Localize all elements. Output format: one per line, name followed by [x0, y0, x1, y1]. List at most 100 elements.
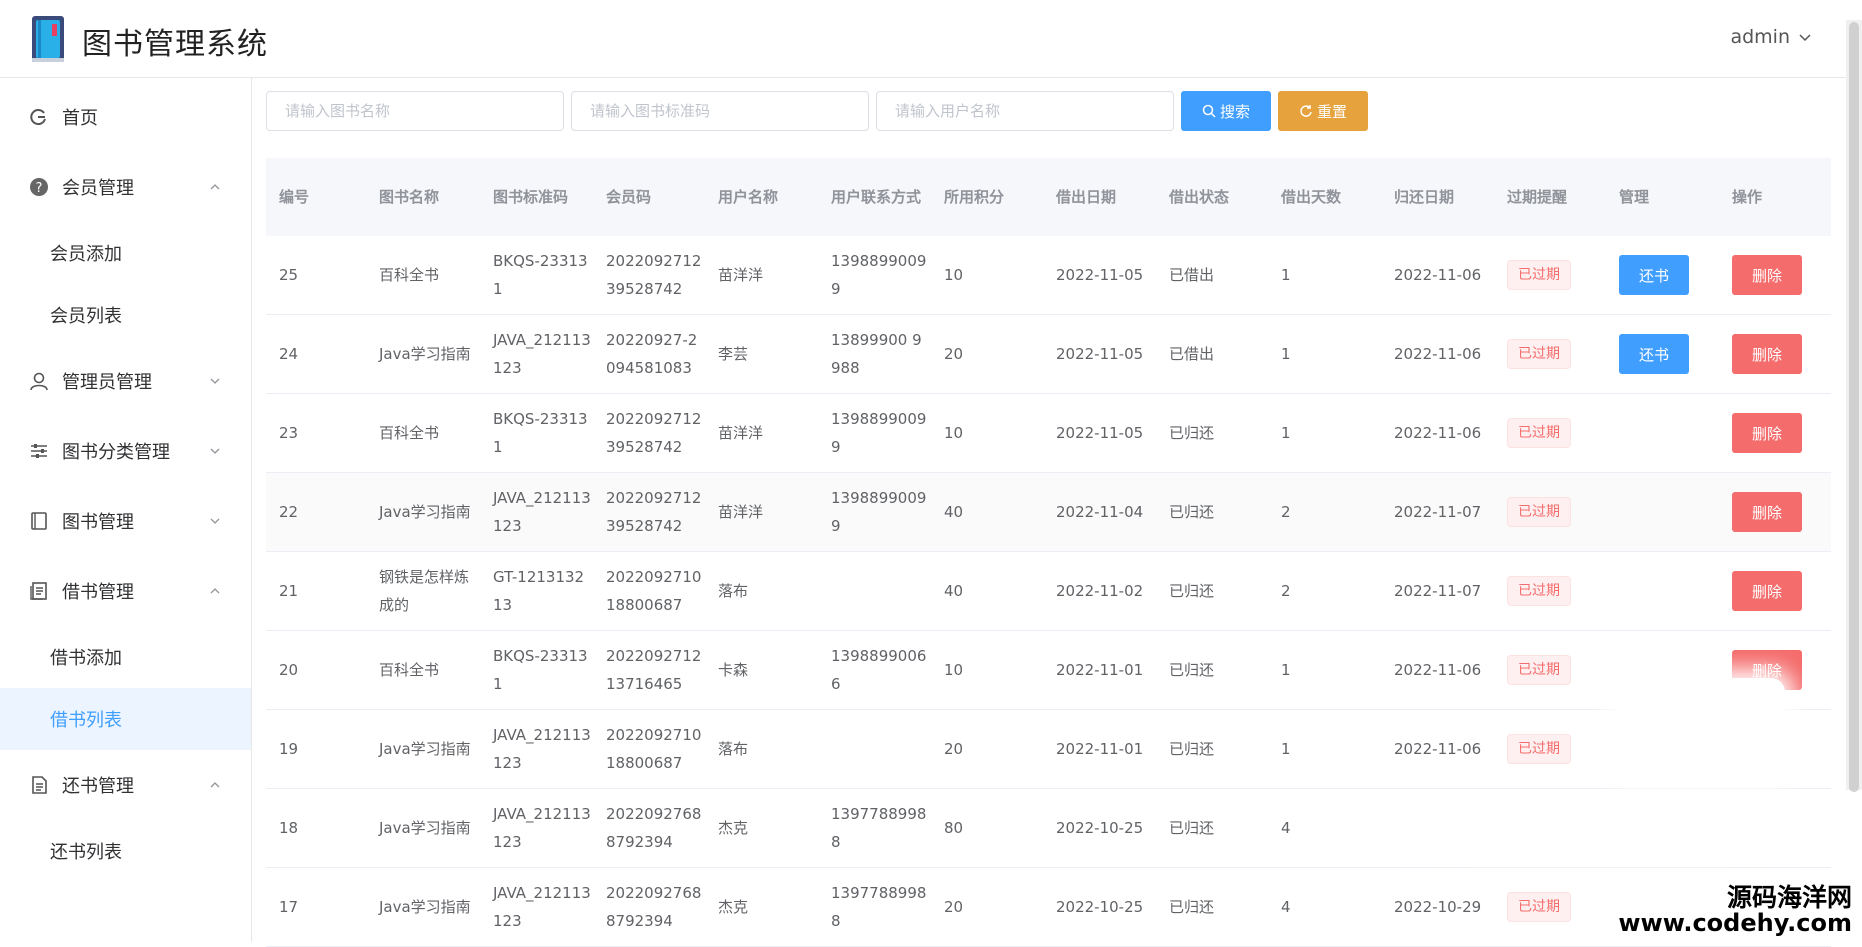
- home-icon: [28, 106, 50, 128]
- cell-value: 已归还: [1169, 735, 1268, 763]
- table-cell-book: Java学习指南: [366, 340, 480, 368]
- table-cell-isbn: BKQS-233131: [480, 642, 593, 698]
- column-header-label: 图书名称: [379, 183, 480, 211]
- cell-value: 202209271239528742: [606, 405, 705, 461]
- delete-button[interactable]: 删除: [1732, 255, 1802, 295]
- sidebar-item-member-add[interactable]: 会员添加: [0, 222, 251, 284]
- cell-value: 1: [1281, 261, 1381, 289]
- cell-value: 已借出: [1169, 261, 1268, 289]
- chevron-up-icon: [209, 585, 221, 597]
- search-button[interactable]: 搜索: [1181, 91, 1271, 131]
- table-cell-member: 202209271239528742: [593, 484, 705, 540]
- book-name-input[interactable]: [266, 91, 564, 131]
- sidebar-item-book[interactable]: 图书管理: [0, 486, 251, 556]
- table-cell-borrow-date: 2022-10-25: [1043, 893, 1156, 921]
- table-cell-borrow-date: 2022-10-25: [1043, 814, 1156, 842]
- table-cell-action: 删除: [1719, 492, 1831, 532]
- sidebar-item-member[interactable]: ? 会员管理: [0, 152, 251, 222]
- chevron-down-icon: [1798, 30, 1812, 44]
- column-header-label: 编号: [279, 183, 366, 211]
- delete-button[interactable]: 删除: [1732, 492, 1802, 532]
- table-cell-overdue: 已过期: [1494, 497, 1606, 527]
- column-header-label: 操作: [1732, 183, 1831, 211]
- sidebar-item-admin[interactable]: 管理员管理: [0, 346, 251, 416]
- cell-value: 19: [279, 735, 366, 763]
- cell-value: 13899900 9988: [831, 326, 931, 382]
- table-cell-user: 落布: [705, 735, 818, 763]
- cell-value: 已借出: [1169, 340, 1268, 368]
- table-cell-days: 1: [1268, 419, 1381, 447]
- sidebar-item-return[interactable]: 还书管理: [0, 750, 251, 820]
- cell-value: 已归还: [1169, 419, 1268, 447]
- sidebar-item-borrow-add[interactable]: 借书添加: [0, 626, 251, 688]
- delete-button[interactable]: 删除: [1732, 334, 1802, 374]
- user-name: admin: [1730, 26, 1790, 48]
- cell-value: 已归还: [1169, 814, 1268, 842]
- sidebar-item-home[interactable]: 首页: [0, 82, 251, 152]
- cell-value: 2022-11-06: [1394, 340, 1494, 368]
- cell-value: 23: [279, 419, 366, 447]
- sidebar-item-member-list[interactable]: 会员列表: [0, 284, 251, 346]
- cell-value: 21: [279, 577, 366, 605]
- table-cell-user: 杰克: [705, 814, 818, 842]
- cell-value: 24: [279, 340, 366, 368]
- column-header-label: 会员码: [606, 183, 705, 211]
- column-header-label: 借出状态: [1169, 183, 1268, 211]
- table-cell-manage: 还书: [1606, 334, 1719, 374]
- return-book-button[interactable]: 还书: [1619, 334, 1689, 374]
- reset-label: 重置: [1317, 101, 1347, 122]
- user-menu[interactable]: admin: [1730, 26, 1812, 48]
- table-cell-phone: 13977889988: [818, 879, 931, 935]
- cell-value: 13988990066: [831, 642, 931, 698]
- cell-value: 80: [944, 814, 1043, 842]
- cell-value: Java学习指南: [379, 498, 480, 526]
- table-cell-user: 卡森: [705, 656, 818, 684]
- user-name-input[interactable]: [876, 91, 1174, 131]
- scrollbar-thumb[interactable]: [1849, 22, 1859, 792]
- cell-value: Java学习指南: [379, 340, 480, 368]
- delete-button[interactable]: 删除: [1732, 571, 1802, 611]
- column-header-label: 借出天数: [1281, 183, 1381, 211]
- table-cell-days: 1: [1268, 340, 1381, 368]
- cell-value: 2022-11-02: [1056, 577, 1156, 605]
- cell-value: JAVA_212113123: [493, 484, 593, 540]
- table-cell-member: 20220927688792394: [593, 879, 705, 935]
- table-cell-points: 20: [931, 735, 1043, 763]
- sidebar-item-borrow-list[interactable]: 借书列表: [0, 688, 251, 750]
- table-cell-points: 40: [931, 498, 1043, 526]
- column-header: 图书名称: [366, 183, 480, 211]
- table-cell-return-date: 2022-11-06: [1381, 735, 1494, 763]
- column-header: 用户名称: [705, 183, 818, 211]
- sliders-icon: [28, 440, 50, 462]
- cell-value: 20220927688792394: [606, 800, 705, 856]
- table-cell-points: 40: [931, 577, 1043, 605]
- column-header: 编号: [266, 183, 366, 211]
- reset-button[interactable]: 重置: [1278, 91, 1368, 131]
- cell-value: 百科全书: [379, 419, 480, 447]
- table-cell-return-date: 2022-11-06: [1381, 656, 1494, 684]
- sidebar-item-category[interactable]: 图书分类管理: [0, 416, 251, 486]
- column-header-label: 借出日期: [1056, 183, 1156, 211]
- page-scrollbar[interactable]: [1846, 20, 1862, 790]
- cell-value: 17: [279, 893, 366, 921]
- cell-value: 落布: [718, 577, 818, 605]
- table-cell-points: 20: [931, 893, 1043, 921]
- cell-value: JAVA_212113123: [493, 721, 593, 777]
- table-cell-status: 已归还: [1156, 498, 1268, 526]
- table-cell-return-date: 2022-10-29: [1381, 893, 1494, 921]
- table-cell-overdue: 已过期: [1494, 734, 1606, 764]
- table-row: 17Java学习指南JAVA_2121131232022092768879239…: [266, 868, 1831, 947]
- table-cell-member: 202209271239528742: [593, 247, 705, 303]
- sidebar-item-return-list[interactable]: 还书列表: [0, 820, 251, 882]
- return-book-button[interactable]: 还书: [1619, 255, 1689, 295]
- sidebar-item-borrow[interactable]: 借书管理: [0, 556, 251, 626]
- table-cell-user: 苗洋洋: [705, 419, 818, 447]
- table-cell-return-date: 2022-11-06: [1381, 261, 1494, 289]
- delete-button[interactable]: 删除: [1732, 413, 1802, 453]
- table-cell-days: 2: [1268, 577, 1381, 605]
- table-cell-status: 已归还: [1156, 735, 1268, 763]
- sidebar-label: 图书分类管理: [62, 438, 170, 464]
- isbn-input[interactable]: [571, 91, 869, 131]
- cell-value: 20: [944, 340, 1043, 368]
- table-cell-book: 百科全书: [366, 261, 480, 289]
